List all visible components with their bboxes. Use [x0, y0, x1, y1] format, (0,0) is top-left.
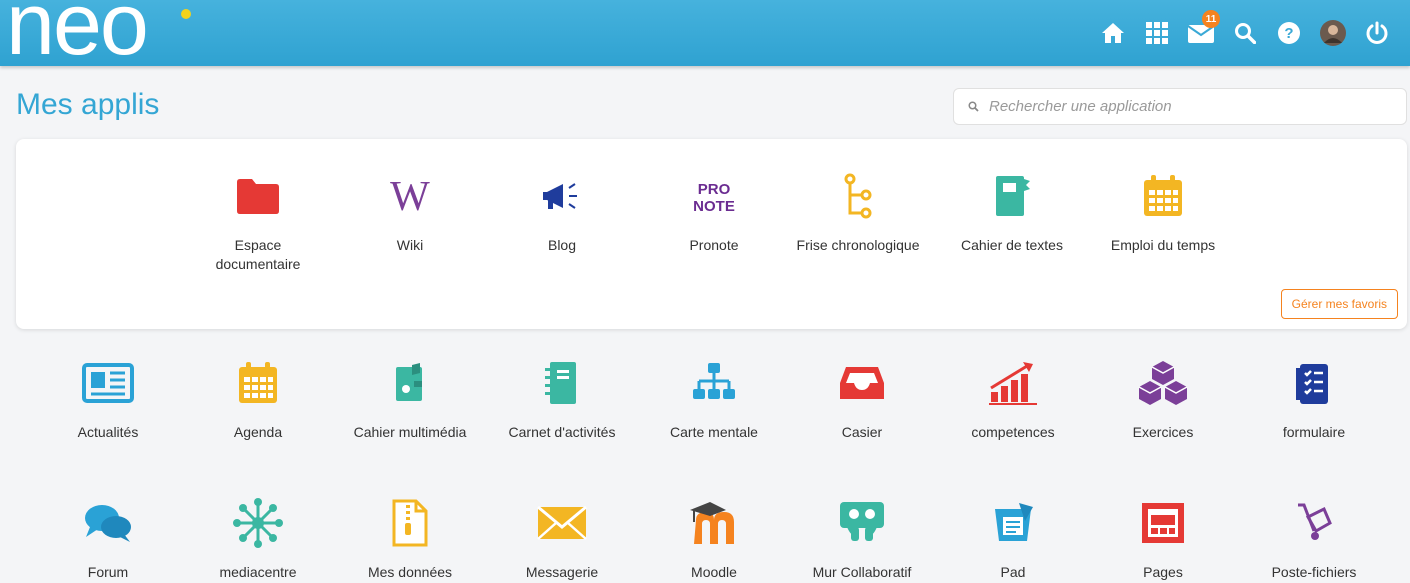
inbox-tray-icon: [834, 355, 890, 411]
newspaper-icon: [80, 355, 136, 411]
growth-chart-icon: [985, 355, 1041, 411]
app-emploi-du-temps[interactable]: Emploi du temps: [1098, 168, 1228, 255]
app-pad[interactable]: Pad: [948, 495, 1078, 582]
search-icon[interactable]: [1230, 18, 1260, 48]
app-mediacentre[interactable]: mediacentre: [193, 495, 323, 582]
app-carnet-activites[interactable]: Carnet d'activités: [497, 355, 627, 442]
app-cahier-multimedia[interactable]: Cahier multimédia: [345, 355, 475, 442]
app-competences[interactable]: competences: [948, 355, 1078, 442]
app-agenda[interactable]: Agenda: [193, 355, 323, 442]
zip-file-icon: [382, 495, 438, 551]
collab-wall-icon: [834, 495, 890, 551]
app-formulaire[interactable]: formulaire: [1249, 355, 1379, 442]
app-pronote[interactable]: PRO NOTE Pronote: [649, 168, 779, 255]
app-espace-documentaire[interactable]: Espace documentaire: [193, 168, 323, 274]
megaphone-icon: [534, 168, 590, 224]
app-casier[interactable]: Casier: [797, 355, 927, 442]
app-poste-fichiers[interactable]: Poste-fichiers: [1249, 495, 1379, 582]
app-carte-mentale[interactable]: Carte mentale: [649, 355, 779, 442]
app-actualites[interactable]: Actualités: [43, 355, 173, 442]
network-star-icon: [230, 495, 286, 551]
page-title: Mes applis: [16, 88, 160, 121]
power-icon[interactable]: [1362, 18, 1392, 48]
moodle-icon: [686, 495, 742, 551]
app-moodle[interactable]: Moodle: [649, 495, 779, 582]
pages-icon: [1135, 495, 1191, 551]
pad-icon: [985, 495, 1041, 551]
app-search[interactable]: [953, 88, 1407, 125]
app-mur-collaboratif[interactable]: Mur Collaboratif: [797, 495, 927, 582]
neo-logo[interactable]: neo: [6, 0, 206, 66]
calendar-icon: [1135, 168, 1191, 224]
folder-icon: [230, 168, 286, 224]
checklist-icon: [1286, 355, 1342, 411]
hand-truck-icon: [1286, 495, 1342, 551]
top-bar: neo 11 ?: [0, 0, 1410, 66]
app-blog[interactable]: Blog: [497, 168, 627, 255]
search-icon: [968, 101, 979, 112]
activity-notebook-icon: [534, 355, 590, 411]
calendar-icon: [230, 355, 286, 411]
app-frise-chronologique[interactable]: Frise chronologique: [793, 168, 923, 255]
multimedia-book-icon: [382, 355, 438, 411]
chat-bubbles-icon: [80, 495, 136, 551]
app-messagerie[interactable]: Messagerie: [497, 495, 627, 582]
app-cahier-de-textes[interactable]: Cahier de textes: [947, 168, 1077, 255]
app-exercices[interactable]: Exercices: [1098, 355, 1228, 442]
help-icon[interactable]: ?: [1274, 18, 1304, 48]
pronote-icon: PRO NOTE: [686, 168, 742, 224]
svg-text:PRO: PRO: [698, 181, 731, 198]
mail-badge: 11: [1202, 10, 1220, 28]
svg-text:?: ?: [1284, 25, 1293, 42]
app-wiki[interactable]: W Wiki: [345, 168, 475, 255]
app-mes-donnees[interactable]: Mes données: [345, 495, 475, 582]
avatar[interactable]: [1318, 18, 1348, 48]
svg-text:neo: neo: [6, 0, 147, 66]
cubes-icon: [1135, 355, 1191, 411]
apps-grid-icon[interactable]: [1142, 18, 1172, 48]
mindmap-icon: [686, 355, 742, 411]
mail-icon[interactable]: 11: [1186, 10, 1220, 48]
svg-text:W: W: [390, 176, 430, 216]
notebook-icon: [984, 168, 1040, 224]
app-pages[interactable]: Pages: [1098, 495, 1228, 582]
manage-favorites-button[interactable]: Gérer mes favoris: [1280, 289, 1398, 319]
app-forum[interactable]: Forum: [43, 495, 173, 582]
home-icon[interactable]: [1098, 18, 1128, 48]
svg-text:NOTE: NOTE: [693, 198, 735, 215]
search-input[interactable]: [989, 98, 1389, 115]
envelope-icon: [534, 495, 590, 551]
wiki-icon: W: [382, 168, 438, 224]
timeline-icon: [830, 168, 886, 224]
